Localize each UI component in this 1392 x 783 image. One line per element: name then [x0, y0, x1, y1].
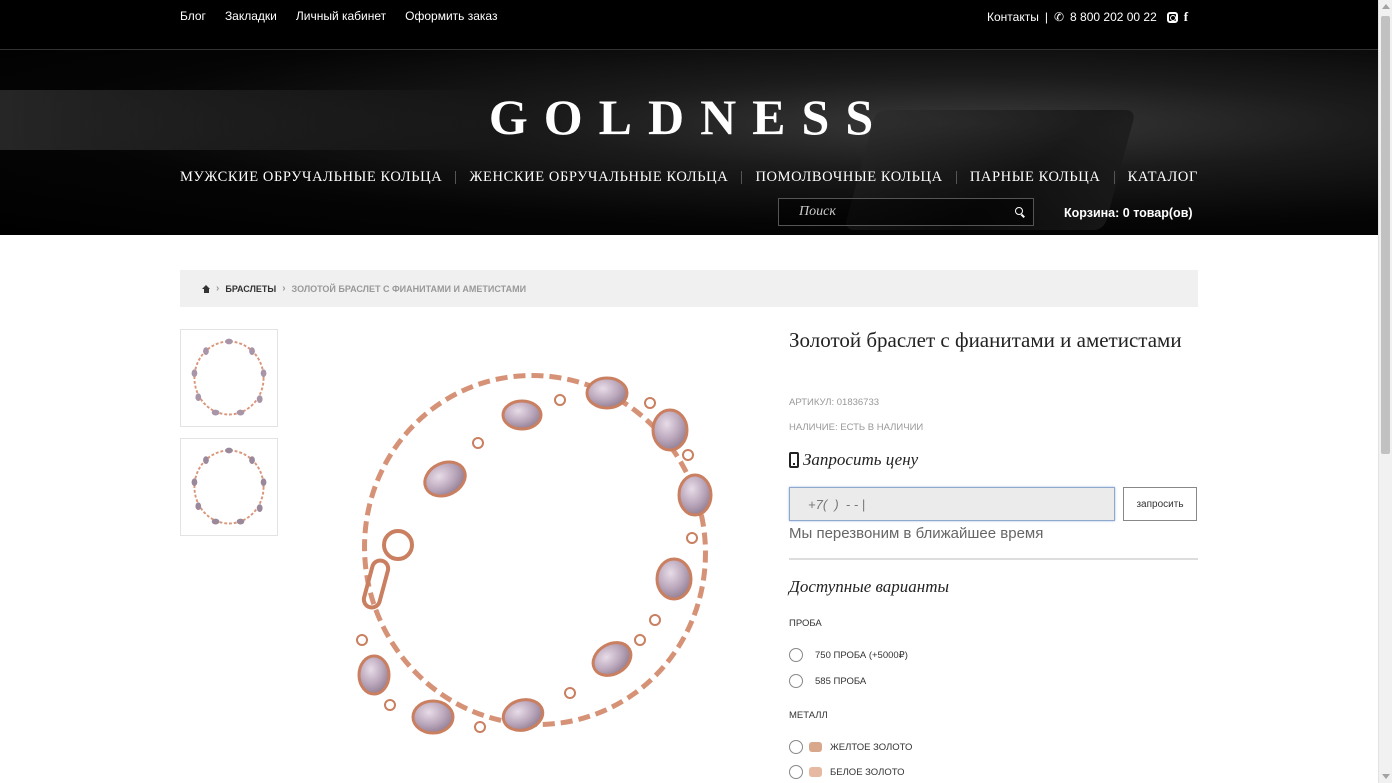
scroll-down-icon[interactable] [1382, 774, 1390, 779]
site-header: GOLDNESS МУЖСКИЕ ОБРУЧАЛЬНЫЕ КОЛЬЦА ЖЕНС… [0, 50, 1378, 235]
instagram-icon[interactable] [1166, 11, 1178, 23]
top-bar: Блог Закладки Личный кабинет Оформить за… [0, 0, 1378, 50]
breadcrumb: › БРАСЛЕТЫ › ЗОЛОТОЙ БРАСЛЕТ С ФИАНИТАМИ… [180, 270, 1198, 307]
option-label: ЖЕЛТОЕ ЗОЛОТО [830, 741, 913, 753]
metal-group-label: МЕТАЛЛ [789, 710, 828, 721]
option-white-gold[interactable]: БЕЛОЕ ЗОЛОТО [789, 765, 904, 779]
option-label: БЕЛОЕ ЗОЛОТО [830, 766, 905, 778]
site-logo[interactable]: GOLDNESS [0, 88, 1378, 146]
mobile-phone-icon [789, 452, 799, 468]
variants-title: Доступные варианты [789, 577, 949, 596]
radio-button[interactable] [789, 674, 803, 688]
link-account[interactable]: Личный кабинет [296, 9, 386, 23]
nav-catalog[interactable]: КАТАЛОГ [1128, 169, 1198, 186]
option-750-probe[interactable]: 750 ПРОБА (+5000₽) [789, 648, 908, 662]
nav-mens-rings[interactable]: МУЖСКИЕ ОБРУЧАЛЬНЫЕ КОЛЬЦА [180, 169, 442, 186]
divider [789, 558, 1198, 560]
breadcrumb-bracelets[interactable]: БРАСЛЕТЫ [225, 284, 276, 294]
product-title: Золотой браслет с фианитами и аметистами [789, 328, 1182, 352]
nav-womens-rings[interactable]: ЖЕНСКИЕ ОБРУЧАЛЬНЫЕ КОЛЬЦА [469, 169, 728, 186]
search-box [778, 198, 1034, 226]
radio-button[interactable] [789, 648, 803, 662]
nav-divider [1113, 171, 1115, 184]
facebook-icon[interactable]: f [1184, 9, 1188, 25]
white-gold-swatch [809, 767, 822, 777]
radio-button[interactable] [789, 765, 803, 779]
nav-paired-rings[interactable]: ПАРНЫЕ КОЛЬЦА [970, 169, 1101, 186]
option-label: 585 ПРОБА [815, 675, 867, 687]
bracelet-thumbnail-image [191, 338, 267, 416]
link-contacts[interactable]: Контакты [987, 10, 1039, 24]
search-input[interactable] [779, 199, 1004, 225]
product-thumbnail-2[interactable] [180, 438, 278, 536]
callback-note: Мы перезвоним в ближайшее время [789, 525, 1044, 542]
separator: | [1044, 10, 1048, 24]
probe-group-label: ПРОБА [789, 618, 822, 629]
option-yellow-gold[interactable]: ЖЕЛТОЕ ЗОЛОТО [789, 740, 912, 754]
breadcrumb-separator: › [282, 283, 286, 294]
product-main-image[interactable] [330, 355, 740, 775]
main-nav: МУЖСКИЕ ОБРУЧАЛЬНЫЕ КОЛЬЦА ЖЕНСКИЕ ОБРУЧ… [180, 169, 1198, 186]
search-icon[interactable] [1015, 207, 1023, 215]
scrollbar-thumb[interactable] [1381, 16, 1390, 454]
yellow-gold-swatch [809, 742, 822, 752]
phone-icon: ✆ [1053, 10, 1065, 24]
product-thumbnail-1[interactable] [180, 329, 278, 427]
request-price-button[interactable]: запросить [1123, 487, 1197, 521]
phone-input[interactable] [789, 487, 1115, 521]
link-blog[interactable]: Блог [180, 9, 206, 23]
bracelet-thumbnail-image [191, 447, 267, 525]
nav-divider [955, 171, 957, 184]
bracelet-image [356, 372, 713, 735]
phone-number[interactable]: 8 800 202 00 22 [1070, 10, 1157, 24]
breadcrumb-separator: › [216, 283, 220, 294]
request-price-label: Запросить цену [803, 450, 919, 469]
top-contacts: Контакты | ✆ 8 800 202 00 22 f [987, 9, 1188, 25]
link-checkout[interactable]: Оформить заказ [405, 9, 497, 23]
option-label: 750 ПРОБА (+5000₽) [815, 649, 908, 661]
breadcrumb-current: ЗОЛОТОЙ БРАСЛЕТ С ФИАНИТАМИ И АМЕТИСТАМИ [291, 283, 527, 294]
nav-engagement-rings[interactable]: ПОМОЛВОЧНЫЕ КОЛЬЦА [755, 169, 942, 186]
nav-divider [455, 171, 457, 184]
cart-link[interactable]: Корзина: 0 товар(ов) [1064, 206, 1193, 220]
home-icon[interactable] [202, 284, 210, 293]
product-sku: АРТИКУЛ: 01836733 [789, 397, 880, 408]
page-scrollbar[interactable] [1378, 0, 1392, 783]
top-links: Блог Закладки Личный кабинет Оформить за… [180, 9, 497, 23]
radio-button[interactable] [789, 740, 803, 754]
request-price-heading: Запросить цену [789, 450, 918, 470]
scroll-up-icon[interactable] [1382, 4, 1390, 9]
link-bookmarks[interactable]: Закладки [225, 9, 277, 23]
nav-divider [741, 171, 743, 184]
option-585-probe[interactable]: 585 ПРОБА [789, 674, 866, 688]
product-availability: НАЛИЧИЕ: ЕСТЬ В НАЛИЧИИ [789, 422, 924, 433]
